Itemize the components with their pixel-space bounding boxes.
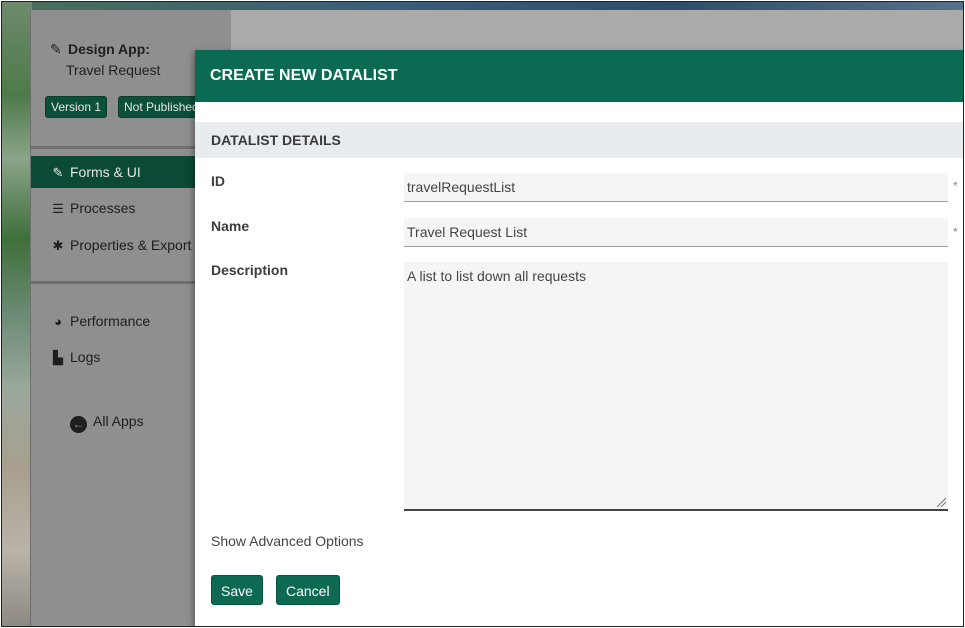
all-apps-link[interactable]: ← All Apps bbox=[70, 413, 144, 433]
list-icon: ☰ bbox=[52, 201, 64, 216]
description-text: A list to list down all requests bbox=[407, 268, 586, 284]
description-label: Description bbox=[211, 262, 289, 278]
name-label: Name bbox=[211, 218, 250, 234]
scroll-icon: ▙ bbox=[53, 350, 63, 365]
edit-icon: ✎ bbox=[52, 165, 64, 180]
gear-icon: ✱ bbox=[52, 238, 64, 253]
edit-icon: ✎ bbox=[50, 41, 62, 57]
all-apps-label: All Apps bbox=[93, 413, 144, 429]
required-marker: * bbox=[953, 179, 958, 193]
sidebar-item-label: Processes bbox=[70, 200, 136, 216]
sidebar-item-label: Forms & UI bbox=[70, 164, 141, 180]
show-advanced-options-link[interactable]: Show Advanced Options bbox=[211, 533, 364, 549]
app-title: ✎ Design App: bbox=[50, 41, 150, 58]
app-frame: ✎ Design App: Travel Request Version 1 No… bbox=[1, 1, 964, 627]
name-field[interactable]: Travel Request List bbox=[404, 218, 948, 247]
sidebar-item-label: Properties & Export bbox=[70, 237, 192, 253]
required-marker: * bbox=[953, 225, 958, 239]
app-name: Travel Request bbox=[66, 62, 161, 78]
app-title-label: Design App: bbox=[68, 41, 150, 57]
description-textarea[interactable]: A list to list down all requests bbox=[404, 262, 948, 511]
sidebar-item-label: Logs bbox=[70, 349, 101, 365]
resize-handle-icon[interactable] bbox=[936, 497, 946, 507]
sidebar-item-label: Performance bbox=[70, 313, 151, 329]
id-field[interactable]: travelRequestList bbox=[404, 173, 948, 202]
background-image bbox=[2, 2, 963, 10]
background-photo bbox=[2, 2, 32, 626]
create-datalist-dialog: CREATE NEW DATALIST DATALIST DETAILS ID … bbox=[195, 50, 963, 626]
id-label: ID bbox=[211, 173, 225, 189]
publish-status-badge[interactable]: Not Published bbox=[118, 96, 205, 118]
save-button[interactable]: Save bbox=[211, 575, 263, 605]
dialog-title: CREATE NEW DATALIST bbox=[195, 50, 963, 102]
cancel-button[interactable]: Cancel bbox=[276, 575, 340, 605]
dashboard-icon: ◕ bbox=[54, 314, 62, 329]
arrow-left-circle-icon: ← bbox=[70, 416, 87, 433]
version-badge[interactable]: Version 1 bbox=[45, 96, 108, 118]
section-header: DATALIST DETAILS bbox=[195, 122, 963, 158]
